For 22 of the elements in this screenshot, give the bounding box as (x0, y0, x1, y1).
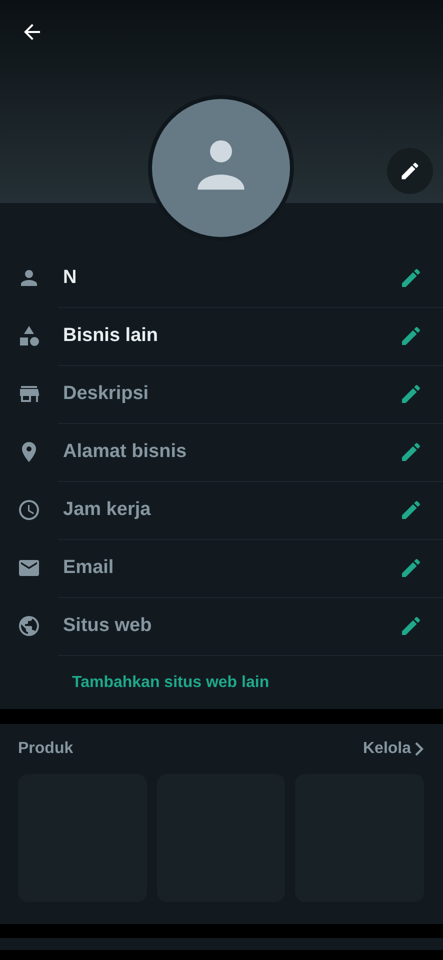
pencil-icon[interactable] (399, 324, 423, 348)
chevron-right-icon (414, 742, 424, 756)
field-placeholder[interactable]: Email (63, 557, 399, 579)
field-placeholder[interactable]: Jam kerja (63, 499, 399, 521)
globe-icon (17, 614, 41, 638)
section-title: Produk (18, 740, 74, 758)
shapes-icon (17, 324, 41, 348)
pencil-icon (399, 160, 421, 182)
add-website-link[interactable]: Tambahkan situs web lain (72, 674, 270, 691)
pencil-icon[interactable] (399, 498, 423, 522)
pencil-icon[interactable] (399, 614, 423, 638)
pencil-icon[interactable] (399, 266, 423, 290)
field-placeholder[interactable]: Alamat bisnis (63, 441, 399, 463)
pencil-icon[interactable] (399, 556, 423, 580)
manage-link[interactable]: Kelola (362, 740, 424, 758)
field-value[interactable]: N (63, 267, 399, 289)
field-placeholder[interactable]: Situs web (63, 615, 399, 637)
field-placeholder[interactable]: Deskripsi (63, 383, 399, 405)
field-value[interactable]: Bisnis lain (63, 325, 399, 347)
pencil-icon[interactable] (399, 382, 423, 406)
clock-icon (17, 498, 41, 522)
pencil-icon[interactable] (399, 440, 423, 464)
